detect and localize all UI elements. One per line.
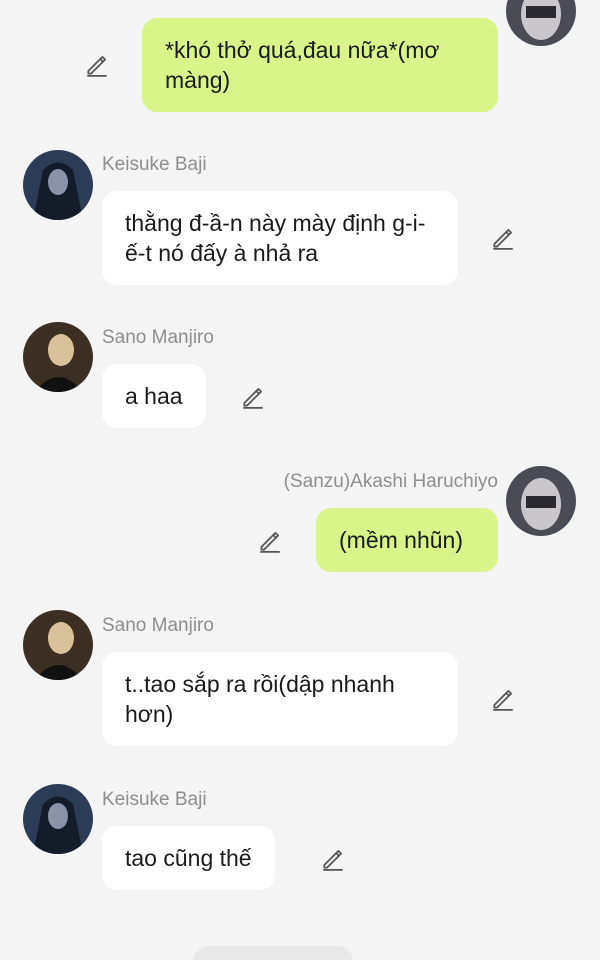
edit-message-icon[interactable] <box>490 686 516 712</box>
edit-message-icon[interactable] <box>257 528 283 554</box>
edit-message-icon[interactable] <box>84 52 110 78</box>
message-bubble-outgoing[interactable]: *khó thở quá,đau nữa*(mơ màng) <box>142 18 498 112</box>
edit-message-icon[interactable] <box>490 225 516 251</box>
sender-name: Sano Manjiro <box>102 615 214 636</box>
avatar-sano-manjiro[interactable] <box>23 610 93 680</box>
edit-message-icon[interactable] <box>320 846 346 872</box>
sender-name: Sano Manjiro <box>102 327 214 348</box>
message-bubble-incoming[interactable]: thằng đ-ầ-n này mày định g-i-ế-t nó đấy … <box>102 191 458 285</box>
message-text: a haa <box>125 383 183 409</box>
message-bubble-incoming[interactable]: a haa <box>102 364 206 428</box>
message-bubble-outgoing[interactable]: (mềm nhũn) <box>316 508 498 572</box>
avatar-sanzu[interactable] <box>506 466 576 536</box>
sender-name: Keisuke Baji <box>102 154 207 175</box>
message-text: (mềm nhũn) <box>339 527 463 553</box>
bottom-input-pill[interactable] <box>193 946 353 960</box>
sender-name: Keisuke Baji <box>102 789 207 810</box>
avatar-sanzu[interactable] <box>506 0 576 46</box>
avatar-keisuke-baji[interactable] <box>23 784 93 854</box>
message-text: thằng đ-ầ-n này mày định g-i-ế-t nó đấy … <box>125 210 426 266</box>
edit-message-icon[interactable] <box>240 384 266 410</box>
message-text: t..tao sắp ra rồi(dập nhanh hơn) <box>125 671 395 727</box>
avatar-sano-manjiro[interactable] <box>23 322 93 392</box>
message-text: *khó thở quá,đau nữa*(mơ màng) <box>165 37 440 93</box>
message-bubble-incoming[interactable]: tao cũng thế <box>102 826 275 890</box>
avatar-keisuke-baji[interactable] <box>23 150 93 220</box>
sender-name: (Sanzu)Akashi Haruchiyo <box>283 471 498 492</box>
message-bubble-incoming[interactable]: t..tao sắp ra rồi(dập nhanh hơn) <box>102 652 458 746</box>
message-text: tao cũng thế <box>125 845 252 871</box>
